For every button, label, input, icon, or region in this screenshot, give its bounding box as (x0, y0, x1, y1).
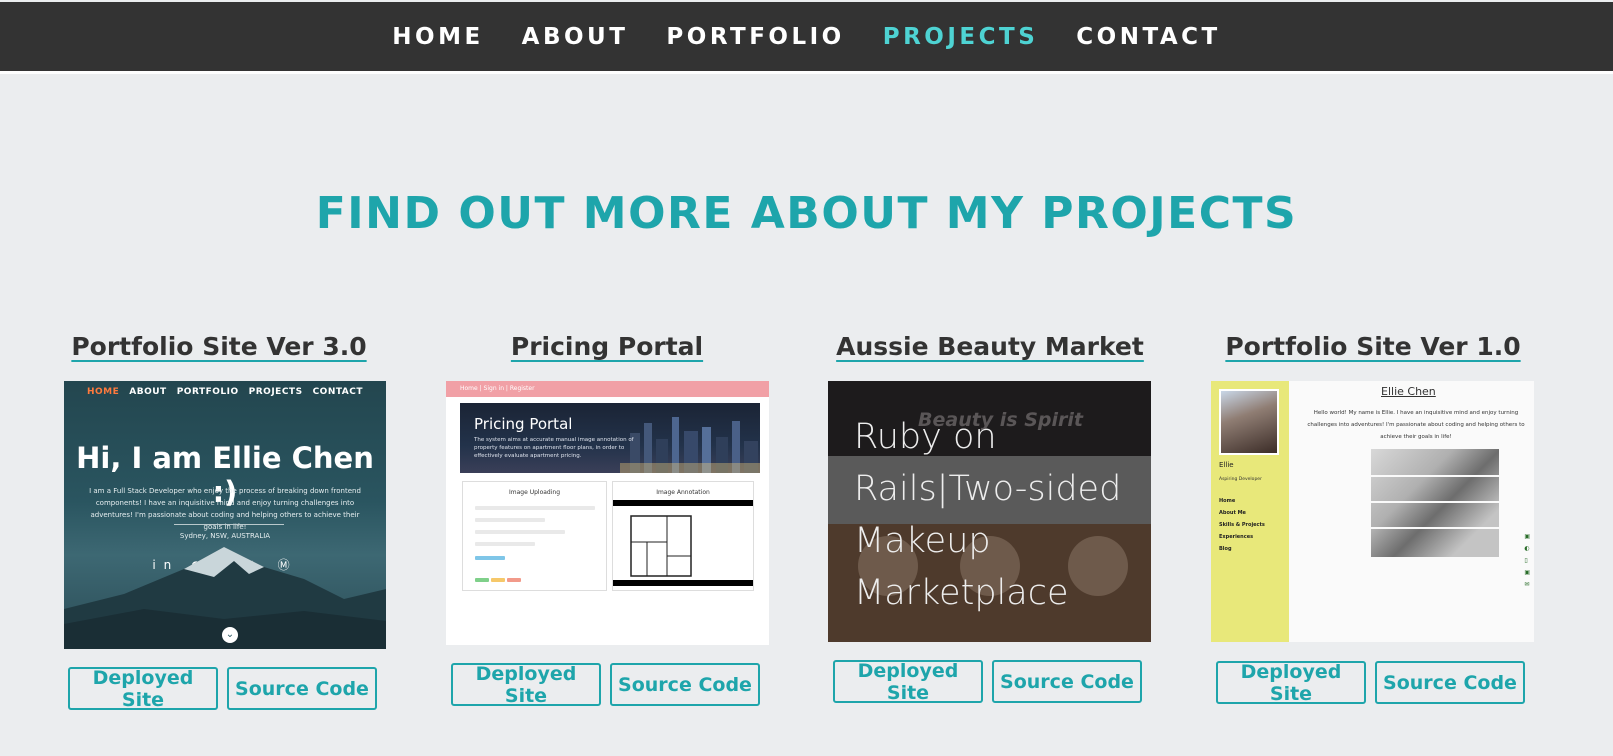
card-buttons: Deployed Site Source Code (1216, 661, 1525, 705)
project-title[interactable]: Portfolio Site Ver 1.0 (1208, 332, 1538, 361)
deployed-site-button[interactable]: Deployed Site (451, 663, 601, 707)
source-code-button[interactable]: Source Code (992, 660, 1142, 703)
tech-overlay-text: Ruby on Rails|Two-sided Makeup Marketpla… (854, 417, 1122, 613)
source-code-button[interactable]: Source Code (1375, 661, 1525, 704)
project-card-aussie-beauty: Aussie Beauty Market (825, 332, 1155, 361)
chevron-down-icon[interactable]: ⌄ (222, 627, 238, 643)
thumb-sidebar: Ellie Aspiring Developer Home About Me S… (1211, 381, 1289, 642)
project-title[interactable]: Portfolio Site Ver 3.0 (54, 332, 384, 361)
card-buttons: Deployed Site Source Code (833, 660, 1142, 704)
project-card-pricing-portal: Pricing Portal (442, 332, 772, 361)
nav-contact[interactable]: CONTACT (1076, 24, 1220, 50)
top-navbar: HOME ABOUT PORTFOLIO PROJECTS CONTACT (0, 2, 1613, 74)
nav-portfolio[interactable]: PORTFOLIO (666, 24, 844, 50)
source-code-button[interactable]: Source Code (610, 663, 760, 706)
project-screenshot[interactable]: Home | Sign in | Register Pricing Portal… (446, 381, 769, 645)
thumb-intro: Hello world! My name is Ellie. I have an… (1307, 410, 1525, 440)
project-screenshot[interactable]: Beauty is Spirit Ruby on Rails|Two-sided… (828, 381, 1151, 642)
section-heading: FIND OUT MORE ABOUT MY PROJECTS (315, 188, 1298, 239)
thumb-nav: HOME ABOUT PORTFOLIO PROJECTS CONTACT (86, 387, 364, 397)
thumb-banner-text: The system aims at accurate manual image… (474, 437, 634, 459)
thumb-banner: Pricing Portal The system aims at accura… (460, 403, 760, 473)
deployed-site-button[interactable]: Deployed Site (68, 667, 218, 711)
project-screenshot[interactable]: Ellie Aspiring Developer Home About Me S… (1211, 381, 1534, 642)
thumb-description: I am a Full Stack Developer who enjoy th… (89, 487, 361, 531)
nav-home[interactable]: HOME (392, 24, 483, 50)
project-card-portfolio-v1: Portfolio Site Ver 1.0 (1208, 332, 1538, 361)
thumb-topbar: Home | Sign in | Register (446, 381, 769, 397)
floor-plan-image (630, 515, 692, 577)
card-buttons: Deployed Site Source Code (68, 667, 377, 711)
avatar (1219, 389, 1279, 455)
nav-about[interactable]: ABOUT (522, 24, 629, 50)
project-title[interactable]: Aussie Beauty Market (825, 332, 1155, 361)
project-screenshot[interactable]: HOME ABOUT PORTFOLIO PROJECTS CONTACT Hi, I … (64, 381, 386, 649)
husky-image (1371, 449, 1499, 557)
source-code-button[interactable]: Source Code (227, 667, 377, 710)
upload-panel: Image Uploading (462, 481, 607, 591)
project-card-portfolio-v3: Portfolio Site Ver 3.0 (54, 332, 384, 361)
divider (174, 524, 284, 525)
deployed-site-button[interactable]: Deployed Site (833, 660, 983, 704)
social-icons: ▣ ◐ ▯ ▣ ✉ (1524, 533, 1530, 588)
deployed-site-button[interactable]: Deployed Site (1216, 661, 1366, 705)
annotation-panel: Image Annotation (612, 481, 754, 591)
thumb-sidebar-menu: Home About Me Skills & Projects Experien… (1219, 498, 1265, 552)
nav-projects[interactable]: PROJECTS (883, 24, 1039, 50)
card-buttons: Deployed Site Source Code (451, 663, 760, 707)
project-title[interactable]: Pricing Portal (442, 332, 772, 361)
thumb-name: Ellie Chen (1381, 385, 1436, 398)
thumb-banner-title: Pricing Portal (474, 415, 573, 433)
